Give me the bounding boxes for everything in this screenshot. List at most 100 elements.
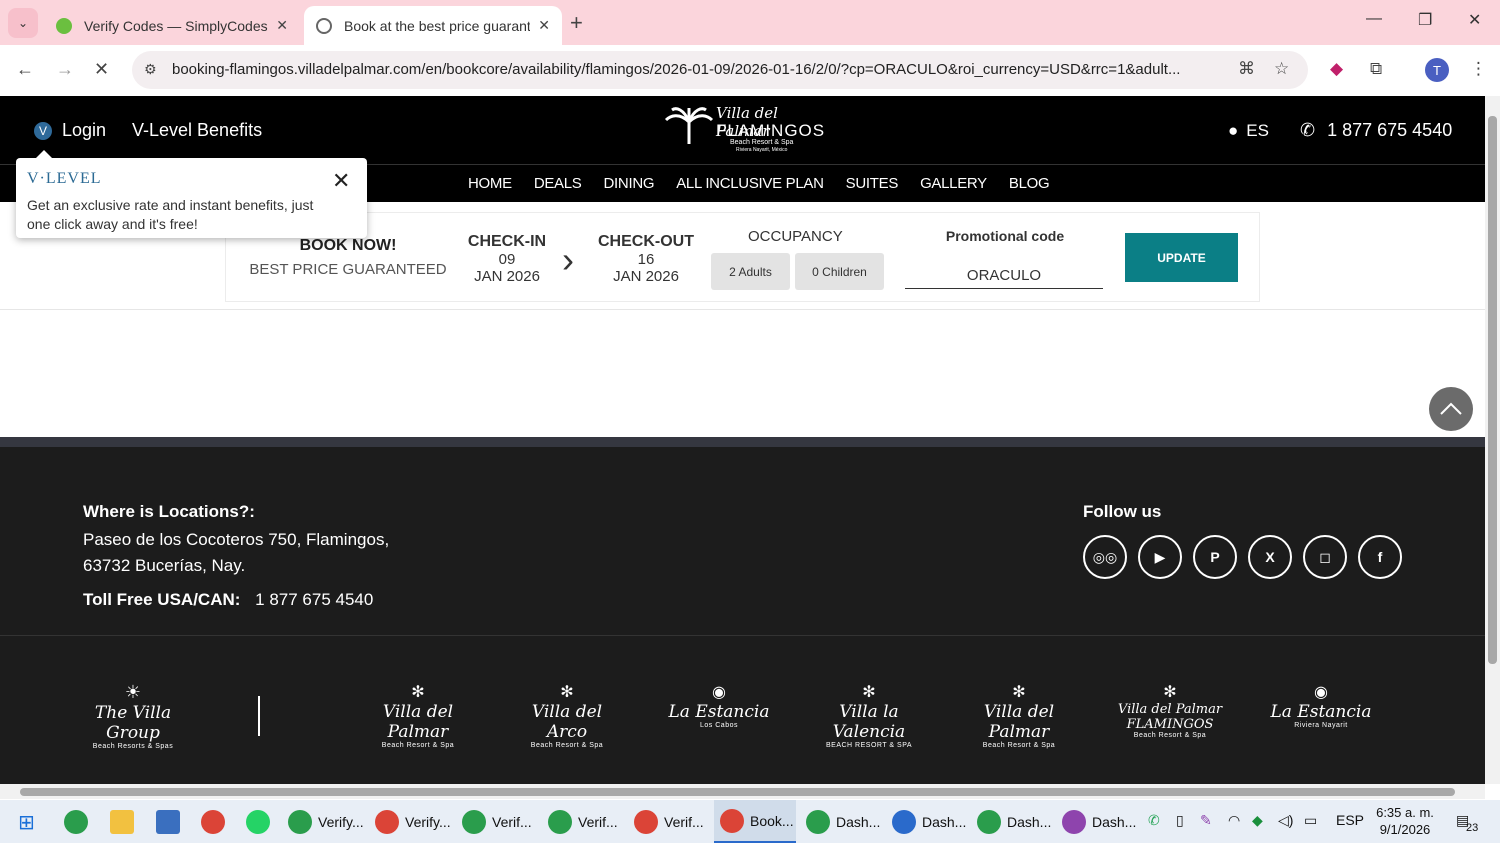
brand-logo-vdp-cabo[interactable]: ✻ Villa del Palmar Beach Resort & Spa: [363, 682, 473, 749]
pinterest-icon[interactable]: P: [1193, 535, 1237, 579]
tripadvisor-icon[interactable]: ◎◎: [1083, 535, 1127, 579]
taskbar-app[interactable]: [110, 800, 140, 843]
palm-icon: ✻: [411, 684, 425, 701]
brand-logo-vdp-flamingos[interactable]: ✻ Villa del Palmar FLAMINGOS Beach Resor…: [1114, 682, 1226, 739]
palm-icon: ✻: [1012, 684, 1026, 701]
update-button[interactable]: UPDATE: [1125, 233, 1238, 282]
extensions-puzzle-icon[interactable]: ⧉: [1370, 59, 1382, 79]
nav-deals[interactable]: DEALS: [534, 175, 582, 192]
tab-close-icon[interactable]: ✕: [276, 17, 288, 34]
nav-suites[interactable]: SUITES: [846, 175, 899, 192]
taskbar-chrome-window[interactable]: Verif...: [548, 800, 618, 843]
brand-script: Villa del Palmar FLAMINGOS: [1117, 702, 1223, 732]
youtube-icon[interactable]: ▶: [1138, 535, 1182, 579]
nav-home[interactable]: HOME: [468, 175, 512, 192]
battery-icon[interactable]: ▭: [1304, 812, 1317, 829]
back-icon[interactable]: ←: [16, 59, 34, 80]
stop-loading-icon[interactable]: ✕: [94, 59, 109, 80]
taskbar-chrome-window[interactable]: Dash...: [892, 800, 966, 843]
scrollbar-thumb[interactable]: [20, 788, 1455, 796]
brand-logos: ☀ The Villa Group Beach Resorts & Spas ✻…: [0, 682, 1485, 762]
palm-icon: ✻: [560, 684, 574, 701]
brand-logo-estancia-cabos[interactable]: ◉ La Estancia Los Cabos: [664, 682, 774, 729]
nav-dining[interactable]: DINING: [604, 175, 655, 192]
taskbar-chrome-window[interactable]: Dash...: [977, 800, 1051, 843]
wifi-icon[interactable]: ◠: [1228, 812, 1240, 829]
locations-title: Where is Locations?:: [83, 502, 255, 521]
taskbar-chrome-window-active[interactable]: Book...: [714, 800, 796, 843]
bookmark-star-icon[interactable]: ☆: [1274, 59, 1289, 79]
taskbar-app[interactable]: [201, 800, 231, 843]
toll-free-number[interactable]: 1 877 675 4540: [255, 590, 373, 609]
profile-avatar[interactable]: T: [1425, 58, 1449, 82]
browser-tab-book[interactable]: Book at the best price guarante ✕: [304, 6, 562, 45]
vlevel-benefits-link[interactable]: V-Level Benefits: [132, 120, 262, 141]
language-selector[interactable]: ● ES: [1228, 121, 1269, 141]
taskbar-chrome-window[interactable]: Verif...: [634, 800, 704, 843]
tab-title: Book at the best price guarante: [344, 17, 531, 34]
tab-close-icon[interactable]: ✕: [538, 17, 550, 34]
brand-logo-vdp-vallarta[interactable]: ✻ Villa del Palmar Beach Resort & Spa: [964, 682, 1074, 749]
site-settings-icon[interactable]: ⚙: [144, 61, 157, 78]
taskbar-chrome-window[interactable]: Verify...: [288, 800, 364, 843]
minimize-icon[interactable]: —: [1366, 10, 1382, 28]
close-icon[interactable]: ✕: [332, 168, 350, 194]
taskbar-app[interactable]: [64, 800, 94, 843]
x-icon[interactable]: X: [1248, 535, 1292, 579]
horizontal-scrollbar[interactable]: [0, 784, 1485, 799]
taskbar-chrome-window[interactable]: Dash...: [806, 800, 880, 843]
instagram-icon[interactable]: ◻: [1303, 535, 1347, 579]
new-tab-button[interactable]: +: [570, 10, 583, 36]
brand-script: Villa la Valencia: [832, 702, 906, 742]
site-logo[interactable]: Villa del Palmar FLAMINGOS Beach Resort …: [664, 102, 824, 158]
usb-icon[interactable]: ▯: [1176, 812, 1184, 829]
browser-tab-verify-codes[interactable]: Verify Codes — SimplyCodes ✕: [44, 6, 300, 45]
scrollbar-thumb[interactable]: [1488, 116, 1497, 664]
brand-logo-villa-group[interactable]: ☀ The Villa Group Beach Resorts & Spas: [83, 682, 183, 750]
chrome-icon: [462, 809, 486, 834]
input-language[interactable]: ESP: [1336, 812, 1364, 828]
whatsapp-tray-icon[interactable]: ✆: [1148, 812, 1160, 829]
children-selector[interactable]: 0 Children: [795, 253, 884, 290]
brand-logo-villa-arco[interactable]: ✻ Villa del Arco Beach Resort & Spa: [512, 682, 622, 749]
close-window-icon[interactable]: ✕: [1468, 10, 1481, 30]
extension-shield-icon[interactable]: ◆: [1330, 59, 1343, 79]
nav-blog[interactable]: BLOG: [1009, 175, 1050, 192]
brand-logo-estancia-nayarit[interactable]: ◉ La Estancia Riviera Nayarit: [1266, 682, 1376, 729]
nav-all-inclusive[interactable]: ALL INCLUSIVE PLAN: [676, 175, 824, 192]
taskbar-chrome-window[interactable]: Dash...: [1062, 800, 1136, 843]
taskbar-chrome-window[interactable]: Verif...: [462, 800, 532, 843]
forward-icon[interactable]: →: [56, 59, 74, 80]
checkout-date[interactable]: CHECK-OUT 16 JAN 2026: [596, 233, 696, 285]
address-bar[interactable]: ⚙ booking-flamingos.villadelpalmar.com/e…: [132, 51, 1308, 89]
vertical-scrollbar[interactable]: [1485, 96, 1500, 784]
brand-small: Beach Resorts & Spas: [92, 743, 174, 750]
chrome-icon: [1062, 809, 1086, 834]
logo-name: FLAMINGOS: [716, 121, 826, 140]
tab-search-button[interactable]: ⌄: [8, 8, 38, 38]
promo-code-input[interactable]: [905, 263, 1103, 289]
taskbar-app[interactable]: [246, 800, 276, 843]
browser-menu-icon[interactable]: ⋮: [1470, 59, 1487, 79]
checkin-date[interactable]: CHECK-IN 09 JAN 2026: [457, 233, 557, 285]
scroll-to-top-button[interactable]: [1429, 387, 1473, 431]
windows-taskbar: ⊞ Verify... Verify... Verif... Verif... …: [0, 800, 1500, 843]
login-link[interactable]: V Login: [34, 120, 106, 141]
facebook-icon[interactable]: f: [1358, 535, 1402, 579]
translate-icon[interactable]: ⌘: [1238, 59, 1255, 79]
address-line-1: Paseo de los Cocoteros 750, Flamingos,: [83, 530, 390, 549]
windows-start-icon[interactable]: ⊞: [18, 810, 35, 835]
taskbar-chrome-window[interactable]: Verify...: [375, 800, 451, 843]
taskbar-app[interactable]: [156, 800, 186, 843]
url-text[interactable]: booking-flamingos.villadelpalmar.com/en/…: [172, 61, 1222, 78]
adults-selector[interactable]: 2 Adults: [711, 253, 790, 290]
security-icon[interactable]: ◆: [1252, 812, 1263, 829]
volume-icon[interactable]: ◁): [1278, 812, 1293, 829]
shell-icon: ◉: [712, 684, 726, 701]
brand-logo-villa-valencia[interactable]: ✻ Villa la Valencia BEACH RESORT & SPA: [814, 682, 924, 749]
restore-icon[interactable]: ❐: [1418, 10, 1432, 30]
system-clock[interactable]: 6:35 a. m. 9/1/2026: [1370, 804, 1440, 838]
nav-gallery[interactable]: GALLERY: [920, 175, 987, 192]
pen-icon[interactable]: ✎: [1200, 812, 1212, 829]
phone-link[interactable]: ✆ 1 877 675 4540: [1300, 120, 1452, 141]
